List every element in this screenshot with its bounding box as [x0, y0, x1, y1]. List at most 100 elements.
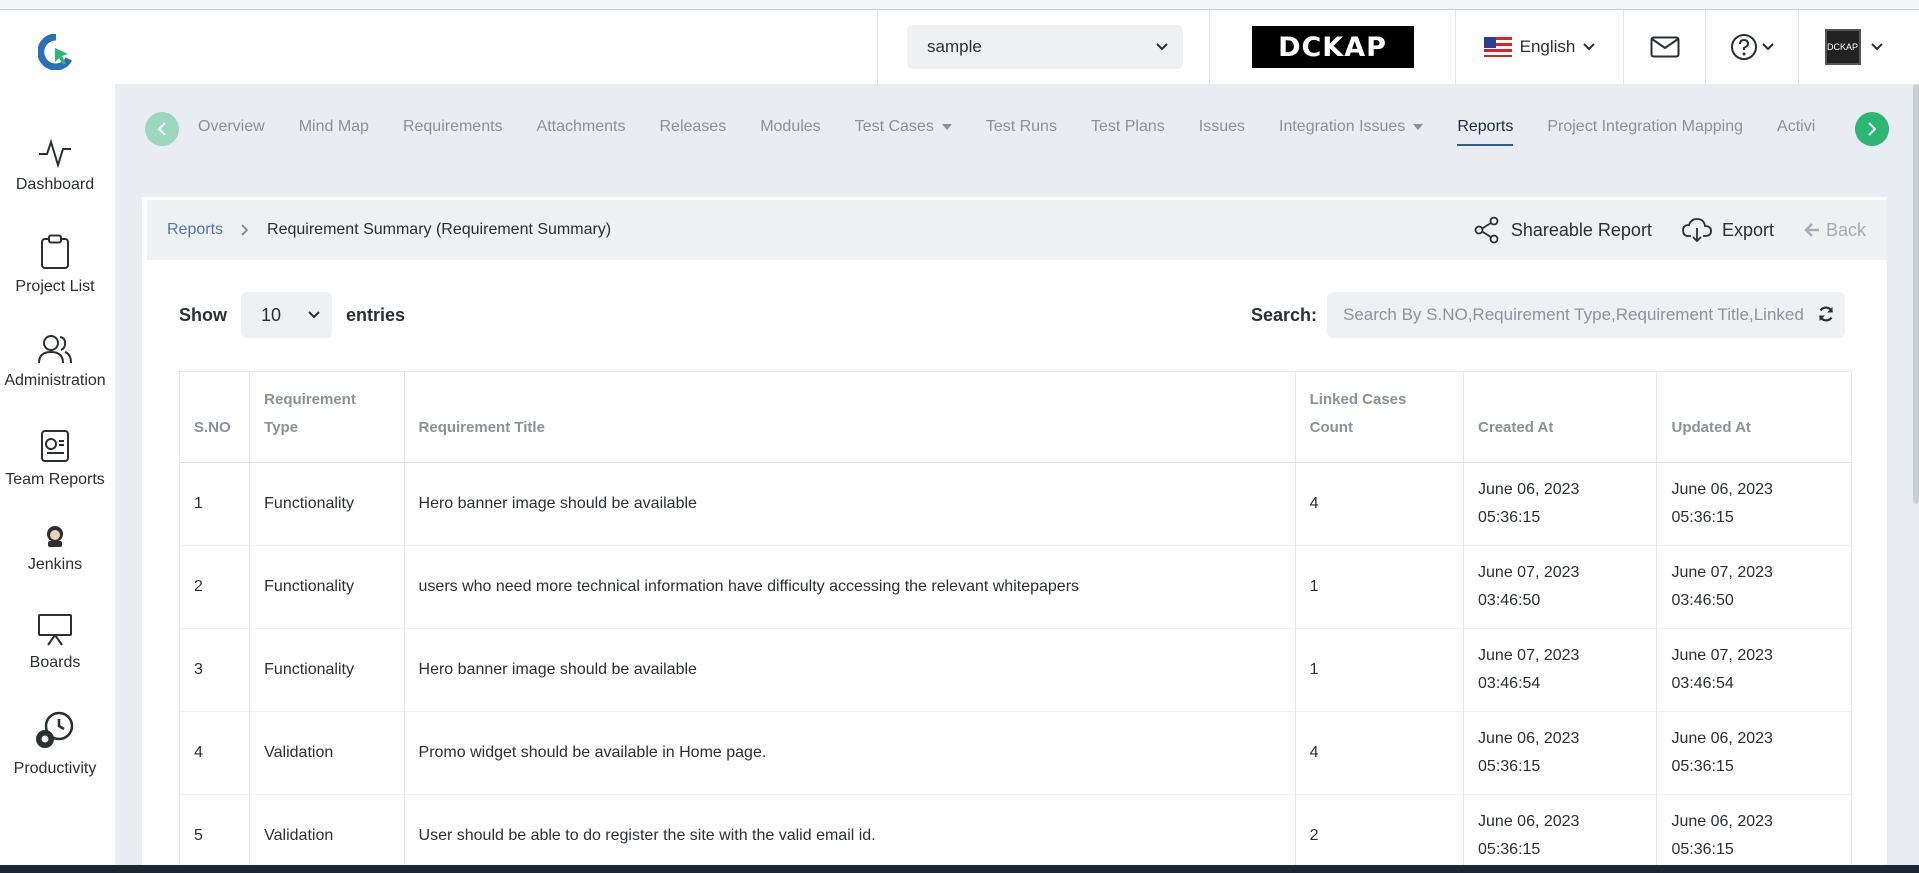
- cell-sno: 2: [178, 545, 251, 629]
- project-tab-bar: Overview Mind Map Requirements Attachmen…: [145, 108, 1889, 148]
- cell-updated: June 06, 2023 05:36:15: [1656, 462, 1852, 546]
- chevron-down-icon: [308, 311, 320, 319]
- mail-button[interactable]: [1623, 10, 1705, 84]
- updated-time: 05:36:15: [1671, 758, 1734, 775]
- tab-test-runs[interactable]: Test Runs: [986, 108, 1057, 148]
- search-label: Search:: [1250, 304, 1317, 325]
- table-header-row: S.NO Requirement Type Requirement Title L…: [178, 371, 1852, 463]
- column-header-label: Type: [264, 419, 299, 436]
- language-select[interactable]: English: [1455, 10, 1623, 84]
- tab-test-plans[interactable]: Test Plans: [1091, 108, 1165, 148]
- jenkins-icon: [47, 526, 63, 547]
- show-label: Show: [179, 304, 227, 325]
- back-button[interactable]: Back: [1804, 220, 1866, 241]
- os-taskbar-strip: [0, 865, 1919, 873]
- sidebar-item-dashboard[interactable]: Dashboard: [0, 138, 110, 194]
- help-menu[interactable]: [1705, 10, 1798, 84]
- requirement-summary-table: S.NO Requirement Type Requirement Title L…: [178, 371, 1852, 873]
- clipboard-icon: [41, 234, 69, 269]
- report-card: Reports Requirement Summary (Requirement…: [142, 197, 1887, 873]
- table-row[interactable]: 1 Functionality Hero banner image should…: [178, 462, 1852, 546]
- tab-releases[interactable]: Releases: [659, 108, 726, 148]
- cell-sno: 4: [178, 711, 251, 795]
- cell-title: Hero banner image should be available: [403, 462, 1296, 546]
- app-logo-icon[interactable]: [38, 34, 74, 70]
- column-header-updated-at[interactable]: Updated At: [1656, 371, 1852, 463]
- sidebar-item-label: Jenkins: [27, 556, 83, 573]
- created-time: 03:46:54: [1478, 675, 1541, 692]
- table-row[interactable]: 3 Functionality Hero banner image should…: [178, 628, 1852, 712]
- gear-clock-icon: [36, 711, 74, 748]
- table-row[interactable]: 2 Functionality users who need more tech…: [178, 545, 1852, 629]
- sidebar-item-productivity[interactable]: Productivity: [0, 710, 110, 778]
- cell-type: Functionality: [249, 462, 405, 546]
- tab-activity[interactable]: Activi: [1777, 108, 1815, 148]
- cell-sno: 1: [178, 462, 251, 546]
- column-header-linked-cases-count[interactable]: Linked Cases Count: [1294, 371, 1465, 463]
- arrow-left-icon: [1804, 223, 1819, 237]
- cell-linked: 4: [1294, 711, 1465, 795]
- tab-test-cases[interactable]: Test Cases: [855, 108, 952, 148]
- tab-mind-map[interactable]: Mind Map: [299, 108, 369, 148]
- tabs-scroll-right-button[interactable]: [1855, 112, 1889, 146]
- window-top-border: [0, 0, 1919, 10]
- cell-updated: June 06, 2023 05:36:15: [1656, 711, 1852, 795]
- users-icon: [38, 335, 72, 364]
- report-icon: [41, 430, 69, 462]
- tab-issues[interactable]: Issues: [1199, 108, 1245, 148]
- tab-modules[interactable]: Modules: [760, 108, 820, 148]
- sidebar-item-label: Project List: [15, 278, 95, 295]
- search-box: [1327, 292, 1845, 338]
- table-row[interactable]: 5 Validation User should be able to do r…: [178, 794, 1852, 873]
- created-date: June 06, 2023: [1478, 730, 1580, 747]
- shareable-report-button[interactable]: Shareable Report: [1473, 216, 1652, 244]
- created-time: 05:36:15: [1478, 841, 1541, 859]
- language-label: English: [1519, 37, 1576, 56]
- cell-created: June 06, 2023 05:36:15: [1463, 794, 1658, 873]
- refresh-icon[interactable]: [1817, 305, 1835, 323]
- brand-area: DCKAP: [1209, 10, 1455, 84]
- tab-reports[interactable]: Reports: [1457, 108, 1514, 148]
- cell-type: Validation: [249, 794, 405, 873]
- created-time: 05:36:15: [1478, 509, 1541, 526]
- table-row[interactable]: 4 Validation Promo widget should be avai…: [178, 711, 1852, 795]
- tabs-scroll-left-button[interactable]: [145, 112, 179, 146]
- activity-icon: [39, 138, 71, 168]
- tab-attachments[interactable]: Attachments: [537, 108, 626, 148]
- tab-requirements[interactable]: Requirements: [403, 108, 503, 148]
- sidebar-item-administration[interactable]: Administration: [0, 334, 110, 390]
- shareable-report-label: Shareable Report: [1510, 219, 1652, 240]
- cell-sno: 3: [178, 628, 251, 712]
- report-actions: Shareable Report Export Back: [1473, 200, 1866, 260]
- search-input[interactable]: [1327, 292, 1845, 338]
- updated-date: June 06, 2023: [1671, 813, 1773, 831]
- brand-logo: DCKAP: [1251, 26, 1414, 68]
- page-scrollbar[interactable]: [1913, 84, 1919, 504]
- tab-overview[interactable]: Overview: [198, 108, 265, 148]
- entries-select[interactable]: 10: [241, 292, 332, 338]
- column-header-requirement-title[interactable]: Requirement Title: [403, 371, 1296, 463]
- export-label: Export: [1721, 219, 1774, 240]
- entries-control: Show 10 entries: [179, 292, 405, 338]
- export-button[interactable]: Export: [1682, 217, 1774, 243]
- breadcrumb-reports-link[interactable]: Reports: [167, 221, 223, 239]
- tab-integration-issues[interactable]: Integration Issues: [1279, 108, 1424, 148]
- column-header-label: Requirement Title: [418, 419, 545, 436]
- user-menu[interactable]: DCKAP: [1798, 10, 1908, 84]
- column-header-label: Requirement: [264, 391, 356, 408]
- column-header-sno[interactable]: S.NO: [178, 371, 251, 463]
- project-select[interactable]: sample: [907, 25, 1183, 69]
- column-header-label: Count: [1309, 419, 1353, 436]
- sidebar-item-project-list[interactable]: Project List: [0, 234, 110, 296]
- updated-time: 03:46:54: [1671, 675, 1734, 692]
- column-header-requirement-type[interactable]: Requirement Type: [249, 371, 405, 463]
- sidebar-item-label: Team Reports: [5, 471, 105, 488]
- tab-project-integration-mapping[interactable]: Project Integration Mapping: [1547, 108, 1743, 148]
- sidebar-item-team-reports[interactable]: Team Reports: [0, 429, 110, 489]
- cell-created: June 06, 2023 05:36:15: [1463, 462, 1658, 546]
- breadcrumb: Reports Requirement Summary (Requirement…: [147, 200, 1887, 260]
- sidebar-item-jenkins[interactable]: Jenkins: [0, 524, 110, 574]
- sidebar-item-label: Dashboard: [15, 176, 95, 193]
- sidebar-item-boards[interactable]: Boards: [0, 612, 110, 672]
- column-header-created-at[interactable]: Created At: [1463, 371, 1658, 463]
